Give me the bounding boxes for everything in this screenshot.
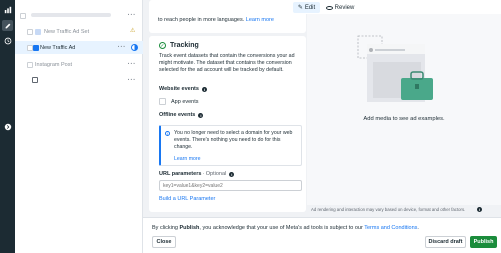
tree-row-post[interactable]: Instagram Post ···: [15, 58, 143, 71]
offline-events-label: Offline events: [159, 112, 196, 118]
edit-tab-label: Edit: [304, 4, 316, 11]
more-options-icon[interactable]: ···: [128, 61, 137, 68]
review-tab-label: Review: [334, 4, 355, 11]
build-url-parameter-link[interactable]: Build a URL Parameter: [159, 196, 215, 202]
offline-events-heading: Offline events i: [159, 112, 204, 118]
more-options-icon[interactable]: ···: [128, 77, 137, 84]
expand-arrow-icon[interactable]: [3, 122, 12, 131]
app-events-label: App events: [171, 98, 199, 105]
ad-preview-panel: Add media to see ad examples. Ad renderi…: [307, 14, 501, 217]
app-events-option[interactable]: App events: [159, 98, 199, 105]
notice-learn-more-link[interactable]: Learn more: [174, 156, 201, 162]
app-events-checkbox[interactable]: [159, 98, 166, 105]
url-params-heading: URL parameters · Optional i: [159, 171, 235, 177]
terms-text: By clicking: [152, 225, 180, 231]
website-events-heading: Website events i: [159, 86, 207, 92]
languages-text: to reach people in more languages. Learn…: [158, 17, 274, 23]
row-checkbox[interactable]: [20, 12, 26, 19]
domain-notice: i You no longer need to select a domain …: [159, 125, 302, 166]
ad-icon: [33, 44, 39, 51]
tree-item-label: Instagram Post: [35, 61, 72, 68]
chart-icon[interactable]: [3, 5, 12, 14]
campaign-name-placeholder: [31, 13, 111, 17]
preview-canvas: Add media to see ad examples.: [307, 14, 501, 205]
editor-panel: to reach people in more languages. Learn…: [143, 0, 307, 253]
tracking-header: ✓ Tracking: [159, 42, 199, 49]
left-nav-rail: [0, 0, 15, 253]
publish-button[interactable]: Publish: [470, 236, 497, 248]
clock-icon[interactable]: [3, 36, 12, 45]
add-media-text: Add media to see ad examples.: [363, 116, 445, 122]
info-icon: i: [165, 131, 170, 136]
check-circle-icon: ✓: [159, 42, 166, 49]
terms-text: .: [417, 225, 419, 231]
review-tab[interactable]: Review: [324, 2, 356, 13]
row-checkbox[interactable]: [27, 61, 33, 68]
tree-item-label: New Traffic Ad: [40, 44, 76, 51]
url-params-label: URL parameters: [159, 171, 202, 177]
learn-more-link[interactable]: Learn more: [246, 17, 274, 23]
warning-icon: ⚠: [130, 28, 136, 34]
terms-text-bold: Publish: [179, 225, 200, 231]
edit-tab[interactable]: ✎ Edit: [293, 2, 320, 13]
info-icon[interactable]: i: [201, 86, 207, 92]
campaign-tree: ··· New Traffic Ad Set ⚠ New Traffic Ad …: [15, 0, 143, 253]
more-options-icon[interactable]: ···: [118, 44, 127, 51]
languages-description: to reach people in more languages.: [158, 17, 245, 23]
preview-topbar: [290, 0, 501, 14]
row-checkbox[interactable]: [27, 28, 33, 35]
url-params-input[interactable]: [159, 180, 302, 191]
info-icon[interactable]: i: [477, 207, 482, 212]
adset-icon: [35, 28, 41, 35]
website-events-label: Website events: [159, 86, 199, 92]
calendar-icon: [32, 77, 38, 83]
pencil-icon[interactable]: [2, 20, 13, 31]
tree-item-label: New Traffic Ad Set: [44, 28, 90, 35]
more-options-icon[interactable]: ···: [128, 12, 137, 19]
tracking-title: Tracking: [170, 42, 199, 49]
info-icon[interactable]: i: [198, 112, 204, 118]
eye-icon: [325, 5, 333, 10]
optional-label: · Optional: [202, 171, 227, 177]
publish-footer: By clicking Publish, you acknowledge tha…: [143, 217, 501, 253]
media-illustration: [357, 35, 433, 102]
tree-row-placeholder[interactable]: ···: [15, 74, 143, 87]
status-toggle-icon[interactable]: [131, 44, 138, 51]
tree-row-ad[interactable]: New Traffic Ad ···: [15, 41, 143, 54]
notice-text: You no longer need to select a domain fo…: [174, 130, 293, 150]
discard-draft-button[interactable]: Discard draft: [425, 236, 466, 248]
terms-text: , you acknowledge that your use of Meta'…: [199, 225, 365, 231]
preview-disclaimer: Ad rendering and interaction may vary ba…: [311, 207, 466, 212]
tracking-card: ✓ Tracking Track event datasets that con…: [149, 36, 306, 212]
close-button[interactable]: Close: [152, 236, 176, 248]
pencil-icon: ✎: [297, 5, 303, 11]
tracking-description: Track event datasets that contain the co…: [159, 53, 295, 73]
languages-card: to reach people in more languages. Learn…: [149, 0, 306, 33]
tree-row-adset[interactable]: New Traffic Ad Set ⚠: [15, 25, 143, 38]
terms-notice: By clicking Publish, you acknowledge tha…: [152, 225, 419, 231]
tree-row-campaign[interactable]: ···: [15, 9, 143, 22]
info-icon[interactable]: i: [229, 171, 235, 177]
terms-link[interactable]: Terms and Conditions: [364, 225, 417, 231]
